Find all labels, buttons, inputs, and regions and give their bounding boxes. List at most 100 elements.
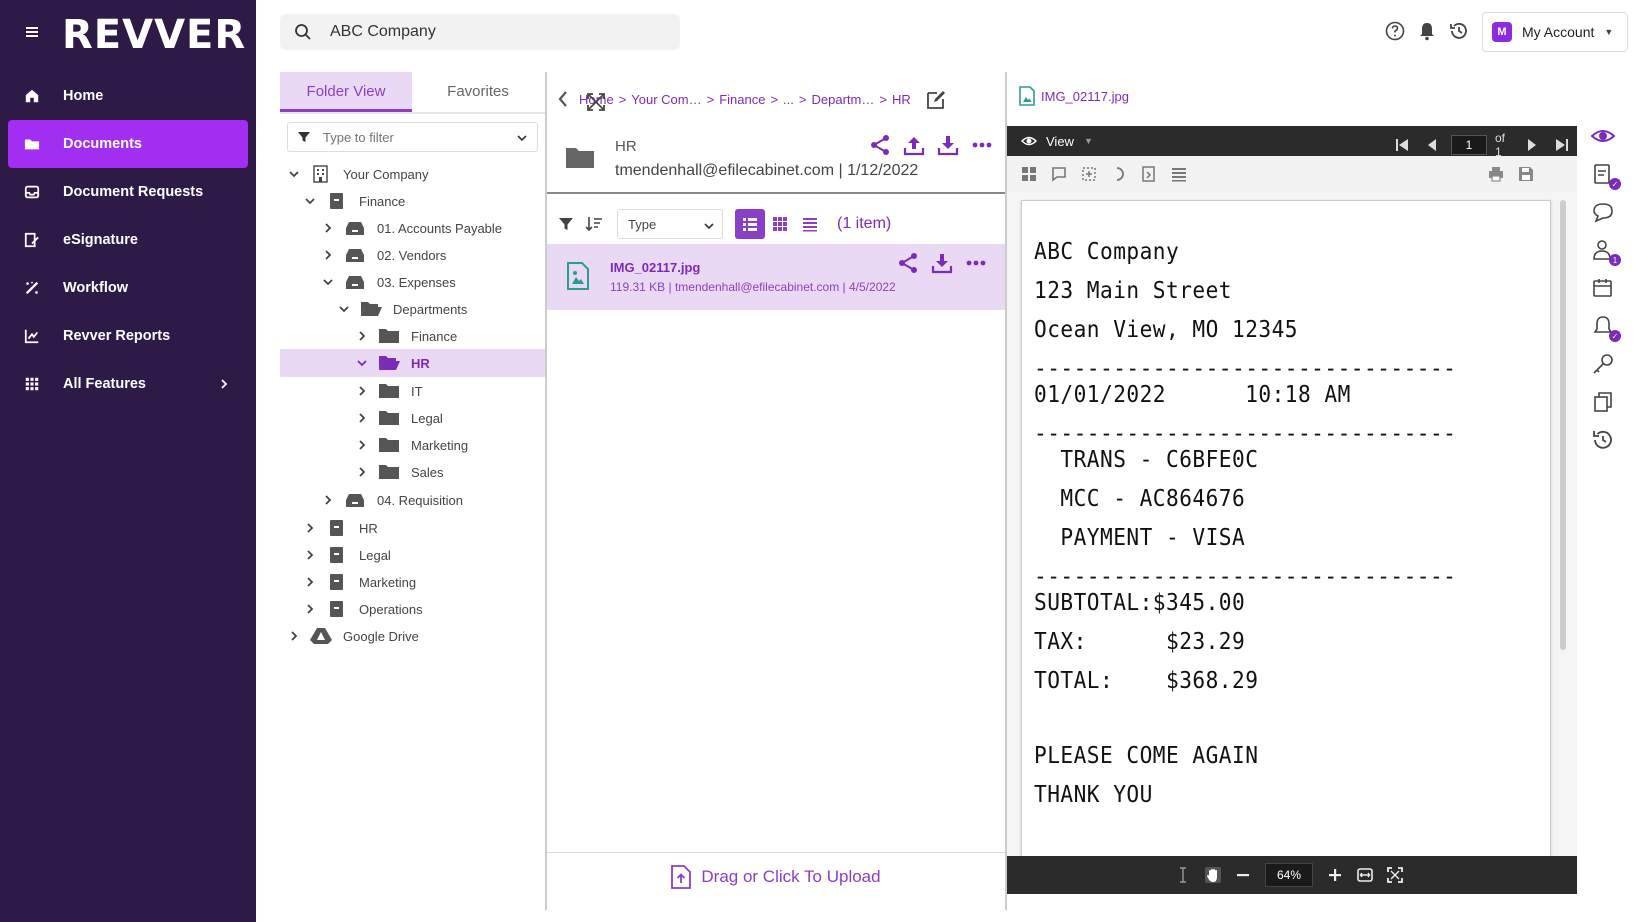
- download-icon[interactable]: [937, 134, 959, 156]
- tree-node[interactable]: 02. Vendors: [280, 241, 545, 269]
- more-options-icon[interactable]: [965, 252, 987, 274]
- compact-list-view-icon[interactable]: [795, 209, 825, 239]
- redact-icon[interactable]: [1141, 166, 1157, 182]
- tree-node[interactable]: 01. Accounts Payable: [280, 214, 545, 242]
- sidebar-item-home[interactable]: Home: [8, 72, 248, 120]
- zoom-level-input[interactable]: [1265, 863, 1313, 887]
- rotate-icon[interactable]: [1111, 166, 1127, 182]
- chevron-down-icon[interactable]: [516, 131, 528, 143]
- sidebar-item-workflow[interactable]: Workflow: [8, 264, 248, 312]
- detail-list-view-icon[interactable]: [735, 209, 765, 239]
- chevron-right-icon[interactable]: [356, 412, 368, 424]
- text-select-cursor-icon[interactable]: [1175, 867, 1191, 883]
- tree-node[interactable]: Marketing: [280, 431, 545, 459]
- chevron-right-icon[interactable]: [322, 222, 334, 234]
- fullscreen-icon[interactable]: [1387, 867, 1403, 883]
- preview-eye-icon[interactable]: [1590, 124, 1616, 148]
- chevron-right-icon[interactable]: [322, 494, 334, 506]
- reminder-bell-icon[interactable]: ✓: [1591, 314, 1621, 342]
- save-icon[interactable]: [1518, 166, 1534, 182]
- chevron-down-icon[interactable]: [322, 276, 334, 288]
- grid-view-icon[interactable]: [765, 209, 795, 239]
- chevron-right-icon[interactable]: [304, 603, 316, 615]
- chevron-right-icon[interactable]: [322, 249, 334, 261]
- share-icon[interactable]: [897, 252, 919, 274]
- chevron-right-icon[interactable]: [356, 330, 368, 342]
- revver-logo[interactable]: REVVER: [62, 12, 246, 58]
- sidebar-item-revver-reports[interactable]: Revver Reports: [8, 312, 248, 360]
- history-icon[interactable]: [1591, 428, 1615, 452]
- user-permissions-icon[interactable]: 1: [1591, 238, 1621, 266]
- document-canvas[interactable]: ABC Company 123 Main Street Ocean View, MO…: [1007, 192, 1577, 856]
- expand-viewer-icon[interactable]: [586, 92, 606, 112]
- zoom-out-icon[interactable]: [1235, 867, 1251, 883]
- thumbnails-icon[interactable]: [1021, 166, 1037, 182]
- tree-node[interactable]: Your Company: [280, 160, 545, 188]
- breadcrumb-item[interactable]: Finance: [719, 92, 765, 107]
- tree-node[interactable]: Departments: [280, 295, 545, 323]
- chevron-right-icon[interactable]: [288, 630, 300, 642]
- text-lines-icon[interactable]: [1171, 166, 1187, 182]
- chevron-down-icon[interactable]: [304, 195, 316, 207]
- upload-dropzone[interactable]: Drag or Click To Upload: [547, 852, 1005, 900]
- tree-node[interactable]: Google Drive: [280, 622, 545, 650]
- calendar-retention-icon[interactable]: [1591, 276, 1615, 300]
- breadcrumb-item[interactable]: Your Com…: [631, 92, 701, 107]
- pan-hand-icon[interactable]: [1205, 867, 1221, 883]
- tree-node[interactable]: HR: [280, 514, 545, 542]
- chevron-right-icon[interactable]: [356, 466, 368, 478]
- chevron-right-icon[interactable]: [304, 522, 316, 534]
- more-options-icon[interactable]: [971, 134, 993, 156]
- share-icon[interactable]: [869, 134, 891, 156]
- viewer-file-title[interactable]: IMG_02117.jpg: [1019, 86, 1129, 106]
- tab-favorites[interactable]: Favorites: [412, 72, 544, 112]
- tree-node[interactable]: Legal: [280, 541, 545, 569]
- tree-node[interactable]: HR: [280, 349, 545, 377]
- comments-icon[interactable]: [1591, 200, 1615, 224]
- chevron-right-icon[interactable]: [304, 549, 316, 561]
- copy-versions-icon[interactable]: [1591, 390, 1615, 414]
- sidebar-item-document-requests[interactable]: Document Requests: [8, 168, 248, 216]
- crop-icon[interactable]: [1081, 166, 1097, 182]
- chevron-right-icon[interactable]: [304, 576, 316, 588]
- sort-icon[interactable]: [585, 215, 603, 233]
- history-icon[interactable]: [1448, 20, 1470, 42]
- page-number-input[interactable]: [1451, 135, 1487, 155]
- filter-icon[interactable]: [557, 215, 575, 233]
- previous-page-icon[interactable]: [1425, 138, 1439, 152]
- hamburger-menu-icon[interactable]: [22, 22, 42, 42]
- chevron-right-icon[interactable]: [356, 439, 368, 451]
- filter-input[interactable]: [323, 129, 503, 145]
- breadcrumb-item[interactable]: Departm…: [811, 92, 874, 107]
- breadcrumb-item[interactable]: ...: [783, 92, 794, 107]
- back-arrow-icon[interactable]: [557, 90, 569, 108]
- chevron-down-icon[interactable]: [338, 303, 350, 315]
- tree-node[interactable]: 03. Expenses: [280, 268, 545, 296]
- tree-node[interactable]: 04. Requisition: [280, 486, 545, 514]
- sidebar-item-esignature[interactable]: eSignature: [8, 216, 248, 264]
- account-menu[interactable]: M My Account ▼: [1482, 12, 1628, 52]
- edit-path-icon[interactable]: [925, 88, 947, 110]
- notifications-bell-icon[interactable]: [1416, 20, 1438, 42]
- search-input[interactable]: [330, 23, 650, 41]
- list-item[interactable]: IMG_02117.jpg 119.31 KB | tmendenhall@ef…: [547, 244, 1005, 310]
- sidebar-item-documents[interactable]: Documents: [8, 120, 248, 168]
- next-page-icon[interactable]: [1525, 138, 1539, 152]
- chevron-right-icon[interactable]: [356, 385, 368, 397]
- breadcrumb-item[interactable]: HR: [892, 92, 911, 107]
- sidebar-item-all-features[interactable]: All Features: [8, 360, 248, 408]
- tree-node[interactable]: Legal: [280, 404, 545, 432]
- tree-node[interactable]: Sales: [280, 458, 545, 486]
- chevron-down-icon[interactable]: [288, 168, 300, 180]
- zoom-in-icon[interactable]: [1327, 867, 1343, 883]
- vertical-scrollbar[interactable]: [1560, 200, 1566, 650]
- help-icon[interactable]: [1384, 20, 1406, 42]
- key-icon[interactable]: [1591, 352, 1615, 376]
- search-icon[interactable]: [294, 23, 312, 41]
- last-page-icon[interactable]: [1555, 138, 1569, 152]
- download-icon[interactable]: [931, 252, 953, 274]
- tree-node[interactable]: IT: [280, 377, 545, 405]
- tab-folder-view[interactable]: Folder View: [280, 72, 412, 112]
- upload-icon[interactable]: [903, 134, 925, 156]
- tree-node[interactable]: Finance: [280, 187, 545, 215]
